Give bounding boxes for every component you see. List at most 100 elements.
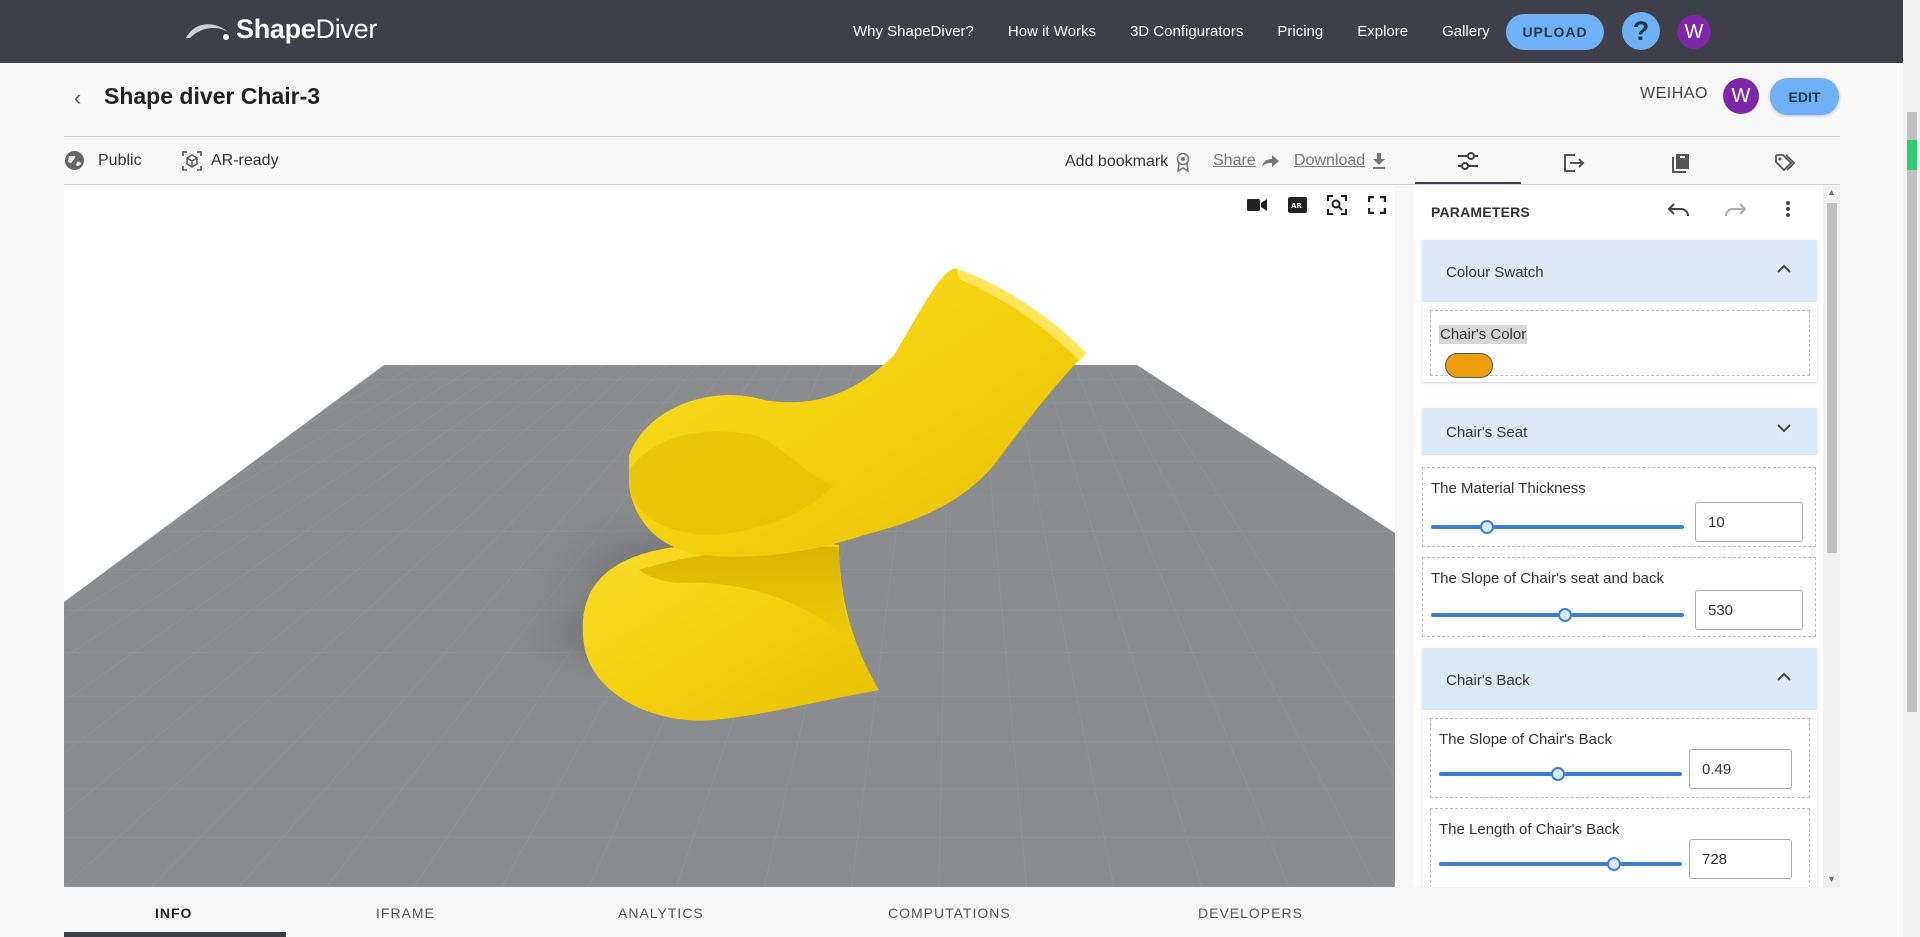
edit-button[interactable]: EDIT [1770, 78, 1839, 115]
3d-viewport[interactable]: AR [64, 185, 1395, 887]
bottom-tabs: INFO IFRAME ANALYTICS COMPUTATIONS DEVEL… [64, 887, 1840, 937]
chairs-back-body: The Slope of Chair's Back 0.49 The Lengt… [1422, 710, 1817, 887]
shapediver-logo-icon [186, 23, 229, 40]
share-arrow-icon [1261, 155, 1279, 167]
bookmark-ribbon-icon [1176, 152, 1190, 172]
tab-developers[interactable]: DEVELOPERS [1198, 905, 1303, 921]
chevron-up-icon[interactable] [1777, 260, 1791, 278]
group-chairs-back[interactable]: Chair's Back [1422, 648, 1817, 710]
share-button[interactable]: Share [1213, 152, 1280, 170]
scroll-up-icon[interactable]: ▲ [1827, 187, 1836, 197]
svg-text:AR: AR [1291, 202, 1302, 210]
visibility-status[interactable]: Public [64, 150, 142, 171]
user-avatar[interactable]: W [1677, 15, 1711, 49]
color-swatch[interactable] [1445, 353, 1493, 378]
chevron-down-icon[interactable] [1777, 420, 1791, 438]
parameters-scrollbar[interactable]: ▲ ▼ [1823, 185, 1840, 887]
undo-icon[interactable] [1667, 200, 1690, 223]
redo-icon[interactable] [1724, 200, 1747, 223]
ar-view-icon[interactable]: AR [1287, 195, 1307, 215]
model-toolbar: Public AR-ready Add bookmark Share Downl… [64, 140, 1840, 185]
tab-tags[interactable] [1733, 140, 1839, 185]
window-scrollbar[interactable] [1903, 0, 1920, 937]
fullscreen-icon[interactable] [1367, 195, 1387, 215]
nav-link-explore[interactable]: Explore [1357, 23, 1408, 40]
material-thickness-slider-handle[interactable] [1479, 520, 1494, 534]
tags-icon [1775, 153, 1796, 171]
ar-ready-status[interactable]: AR-ready [181, 150, 279, 172]
visibility-label: Public [98, 151, 142, 169]
back-slope-slider-handle[interactable] [1551, 767, 1566, 781]
window-scroll-thumb[interactable] [1907, 112, 1917, 712]
active-tab-indicator [64, 932, 286, 937]
parameters-scroll-thumb[interactable] [1827, 203, 1837, 553]
tab-info[interactable]: INFO [155, 905, 192, 921]
group-chairs-seat[interactable]: Chair's Seat [1422, 408, 1817, 454]
nav-link-pricing[interactable]: Pricing [1277, 23, 1323, 40]
zoom-fit-icon[interactable] [1327, 195, 1347, 215]
page-title: Shape diver Chair-3 [104, 83, 321, 109]
top-nav: Shape Diver Why ShapeDiver? How it Works … [0, 0, 1920, 63]
owner-name[interactable]: WEIHAO [1640, 85, 1708, 103]
colour-swatch-body: Chair's Color [1422, 302, 1817, 382]
param-back-slope: The Slope of Chair's Back 0.49 [1430, 718, 1810, 798]
param-material-thickness-label: The Material Thickness [1431, 480, 1586, 497]
globe-icon [65, 151, 84, 170]
seat-slope-slider[interactable] [1431, 608, 1684, 622]
nav-link-gallery[interactable]: Gallery [1442, 23, 1490, 40]
download-button[interactable]: Download [1294, 152, 1386, 170]
tab-exports[interactable] [1521, 140, 1627, 185]
parameters-title: PARAMETERS [1431, 204, 1530, 220]
logo-text-diver: Diver [315, 14, 378, 44]
add-bookmark-button[interactable]: Add bookmark [1065, 152, 1192, 172]
nav-link-why[interactable]: Why ShapeDiver? [853, 23, 974, 40]
scroll-down-icon[interactable]: ▼ [1827, 874, 1836, 884]
chevron-up-icon[interactable] [1777, 668, 1791, 686]
back-slope-slider[interactable] [1439, 767, 1682, 781]
share-label: Share [1213, 152, 1256, 169]
shapediver-logo[interactable]: Shape Diver [184, 14, 377, 45]
camera-icon[interactable] [1247, 195, 1267, 215]
back-arrow-icon[interactable]: ‹ [74, 85, 81, 111]
seat-slope-slider-handle[interactable] [1558, 608, 1573, 622]
tab-iframe[interactable]: IFRAME [376, 905, 435, 921]
back-length-input[interactable]: 728 [1689, 839, 1792, 879]
seat-slope-input[interactable]: 530 [1695, 590, 1803, 630]
panel-tabs [1415, 140, 1840, 185]
export-icon [1564, 153, 1585, 172]
tab-parameters[interactable] [1415, 140, 1521, 185]
tab-analytics[interactable]: ANALYTICS [618, 905, 704, 921]
library-books-icon [1672, 153, 1689, 173]
param-back-length: The Length of Chair's Back 728 [1430, 808, 1810, 887]
add-bookmark-label: Add bookmark [1065, 153, 1169, 170]
group-colour-swatch[interactable]: Colour Swatch [1422, 240, 1817, 302]
nav-links: Why ShapeDiver? How it Works 3D Configur… [853, 0, 1524, 63]
window-scroll-accent [1907, 140, 1917, 170]
header-divider [64, 136, 1840, 137]
tab-computations[interactable]: COMPUTATIONS [888, 905, 1011, 921]
sliders-icon [1458, 152, 1478, 170]
param-chair-color[interactable]: Chair's Color [1430, 310, 1810, 378]
back-slope-input[interactable]: 0.49 [1689, 749, 1792, 789]
param-chair-color-label: Chair's Color [1439, 325, 1528, 344]
material-thickness-slider[interactable] [1431, 520, 1684, 534]
nav-link-configurators[interactable]: 3D Configurators [1130, 23, 1243, 40]
material-thickness-input[interactable]: 10 [1695, 502, 1803, 542]
back-length-slider[interactable] [1439, 857, 1682, 871]
group-colour-swatch-label: Colour Swatch [1446, 264, 1544, 281]
ar-ready-label: AR-ready [211, 152, 279, 169]
param-material-thickness: The Material Thickness 10 [1422, 467, 1816, 547]
nav-link-how[interactable]: How it Works [1008, 23, 1096, 40]
upload-button[interactable]: UPLOAD [1506, 14, 1604, 50]
group-chairs-back-label: Chair's Back [1446, 672, 1530, 689]
param-seat-slope: The Slope of Chair's seat and back 530 [1422, 557, 1816, 637]
more-vert-icon[interactable] [1785, 200, 1791, 224]
tab-library[interactable] [1627, 140, 1733, 185]
owner-avatar[interactable]: W [1723, 78, 1759, 114]
download-label: Download [1294, 152, 1366, 169]
download-icon [1373, 153, 1386, 169]
3d-scene[interactable] [64, 185, 1395, 887]
back-length-slider-handle[interactable] [1606, 857, 1621, 871]
help-button[interactable]: ? [1622, 12, 1660, 50]
parameters-panel: PARAMETERS Colour Swatch Chair's Color C… [1414, 185, 1840, 887]
